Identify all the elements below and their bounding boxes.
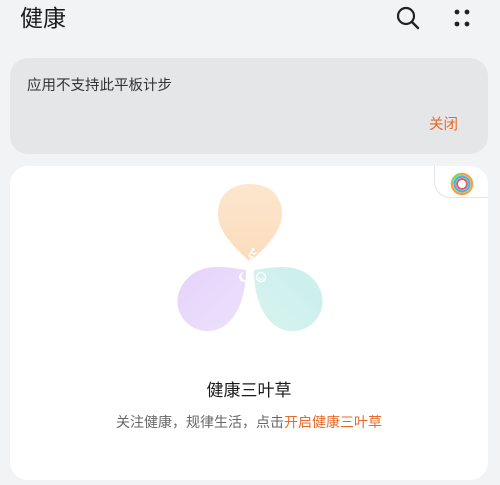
close-notice-button[interactable]: 关闭	[429, 114, 458, 136]
page-title: 健康	[20, 6, 66, 32]
sleep-leaf	[177, 267, 246, 332]
description-prefix: 关注健康，规律生活，点击	[116, 415, 284, 431]
rainbow-ring-icon	[450, 172, 474, 196]
health-clover-card[interactable]: 健康三叶草 关注健康，规律生活，点击开启健康三叶草	[10, 166, 488, 480]
more-grid-icon[interactable]	[448, 4, 476, 32]
mood-leaf	[254, 267, 323, 332]
card-description: 关注健康，规律生活，点击开启健康三叶草	[10, 412, 488, 434]
card-title: 健康三叶草	[206, 381, 292, 401]
badge-tab[interactable]	[434, 166, 488, 198]
enable-clover-link[interactable]: 开启健康三叶草	[284, 415, 382, 431]
app-header: 健康	[0, 0, 500, 40]
activity-leaf	[218, 184, 282, 262]
search-icon[interactable]	[394, 4, 422, 32]
notice-message: 应用不支持此平板计步	[27, 78, 172, 94]
step-notice-card: 应用不支持此平板计步 关闭	[10, 58, 488, 154]
health-clover-illustration	[177, 184, 323, 332]
